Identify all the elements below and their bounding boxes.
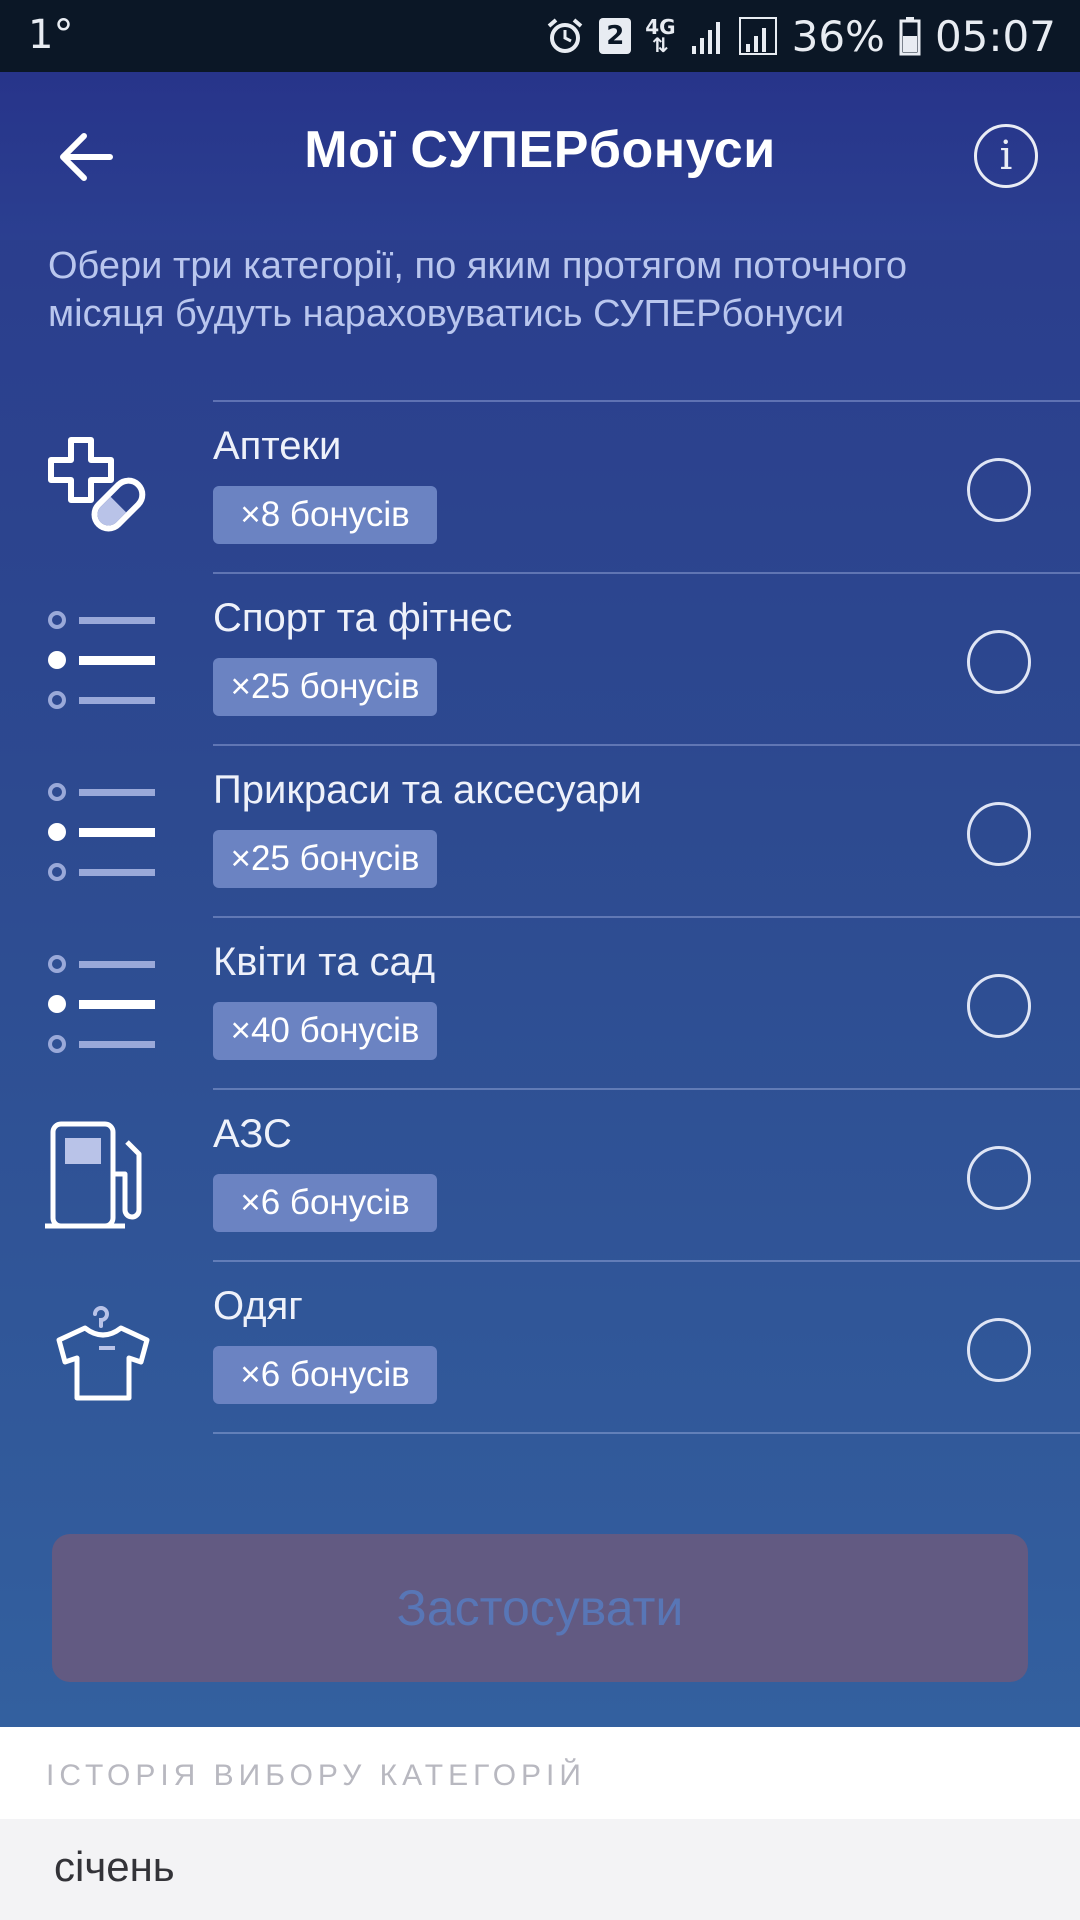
info-button[interactable]: i xyxy=(974,124,1038,188)
bonus-badge: ×25 бонусів xyxy=(213,830,437,888)
intro-text: Обери три категорії, по яким протягом по… xyxy=(48,245,907,335)
bonus-badge: ×40 бонусів xyxy=(213,1002,437,1060)
alarm-icon xyxy=(545,16,585,56)
signal-icon-2 xyxy=(738,16,778,56)
app-header: Мої СУПЕРбонуси i xyxy=(0,72,1080,240)
category-name: Прикраси та аксесуари xyxy=(213,768,642,812)
category-row[interactable]: Квіти та сад ×40 бонусів xyxy=(48,916,1080,1088)
category-radio[interactable] xyxy=(967,974,1031,1038)
category-radio[interactable] xyxy=(967,1146,1031,1210)
apply-button[interactable]: Застосувати xyxy=(52,1534,1028,1682)
signal-icon xyxy=(690,16,724,56)
category-radio[interactable] xyxy=(967,630,1031,694)
fuel-pump-icon xyxy=(45,1118,161,1234)
category-name: Аптеки xyxy=(213,424,342,468)
t-shirt-icon xyxy=(45,1290,161,1406)
category-row[interactable]: Аптеки ×8 бонусів xyxy=(48,400,1080,572)
network-type: 4G ⇅ xyxy=(645,15,676,57)
history-title: ІСТОРІЯ ВИБОРУ КАТЕГОРІЙ xyxy=(46,1759,586,1792)
status-bar: 1° 2 4G ⇅ 36% 05:07 xyxy=(0,0,1080,72)
category-list: Аптеки ×8 бонусів Спорт та фітнес ×25 бо… xyxy=(0,400,1080,1434)
category-row[interactable]: АЗС ×6 бонусів xyxy=(45,1088,1080,1260)
pharmacy-icon xyxy=(45,430,161,546)
category-name: Одяг xyxy=(213,1284,303,1328)
category-row[interactable]: Прикраси та аксесуари ×25 бонусів xyxy=(48,744,1080,916)
category-name: Квіти та сад xyxy=(213,940,436,984)
bonus-badge: ×25 бонусів xyxy=(213,658,437,716)
info-icon: i xyxy=(999,133,1013,179)
category-radio[interactable] xyxy=(967,458,1031,522)
screen: 1° 2 4G ⇅ 36% 05:07 Мої СУПЕРбонуси i Об… xyxy=(0,0,1080,1920)
bonus-badge: ×6 бонусів xyxy=(213,1174,437,1232)
battery-icon xyxy=(899,16,921,56)
temperature-indicator: 1° xyxy=(28,12,74,58)
category-name: Спорт та фітнес xyxy=(213,596,513,640)
battery-percent: 36% xyxy=(791,11,885,61)
clock: 05:07 xyxy=(934,11,1056,61)
list-icon xyxy=(45,602,161,718)
category-radio[interactable] xyxy=(967,1318,1031,1382)
status-icons: 2 4G ⇅ 36% 05:07 xyxy=(545,10,1056,62)
list-icon xyxy=(45,946,161,1062)
bonus-badge: ×8 бонусів xyxy=(213,486,437,544)
main-content: Мої СУПЕРбонуси i Обери три категорії, п… xyxy=(0,72,1080,1727)
category-radio[interactable] xyxy=(967,802,1031,866)
bonus-badge: ×6 бонусів xyxy=(213,1346,437,1404)
history-item[interactable]: січень xyxy=(0,1819,1080,1920)
history-section-header: ІСТОРІЯ ВИБОРУ КАТЕГОРІЙ xyxy=(0,1727,1080,1819)
sim-icon: 2 xyxy=(599,18,632,54)
list-icon xyxy=(45,774,161,890)
history-month: січень xyxy=(54,1843,175,1890)
page-title: Мої СУПЕРбонуси xyxy=(304,121,776,179)
category-row[interactable]: Одяг ×6 бонусів xyxy=(56,1260,1080,1434)
category-row[interactable]: Спорт та фітнес ×25 бонусів xyxy=(48,572,1080,744)
category-name: АЗС xyxy=(213,1112,292,1156)
